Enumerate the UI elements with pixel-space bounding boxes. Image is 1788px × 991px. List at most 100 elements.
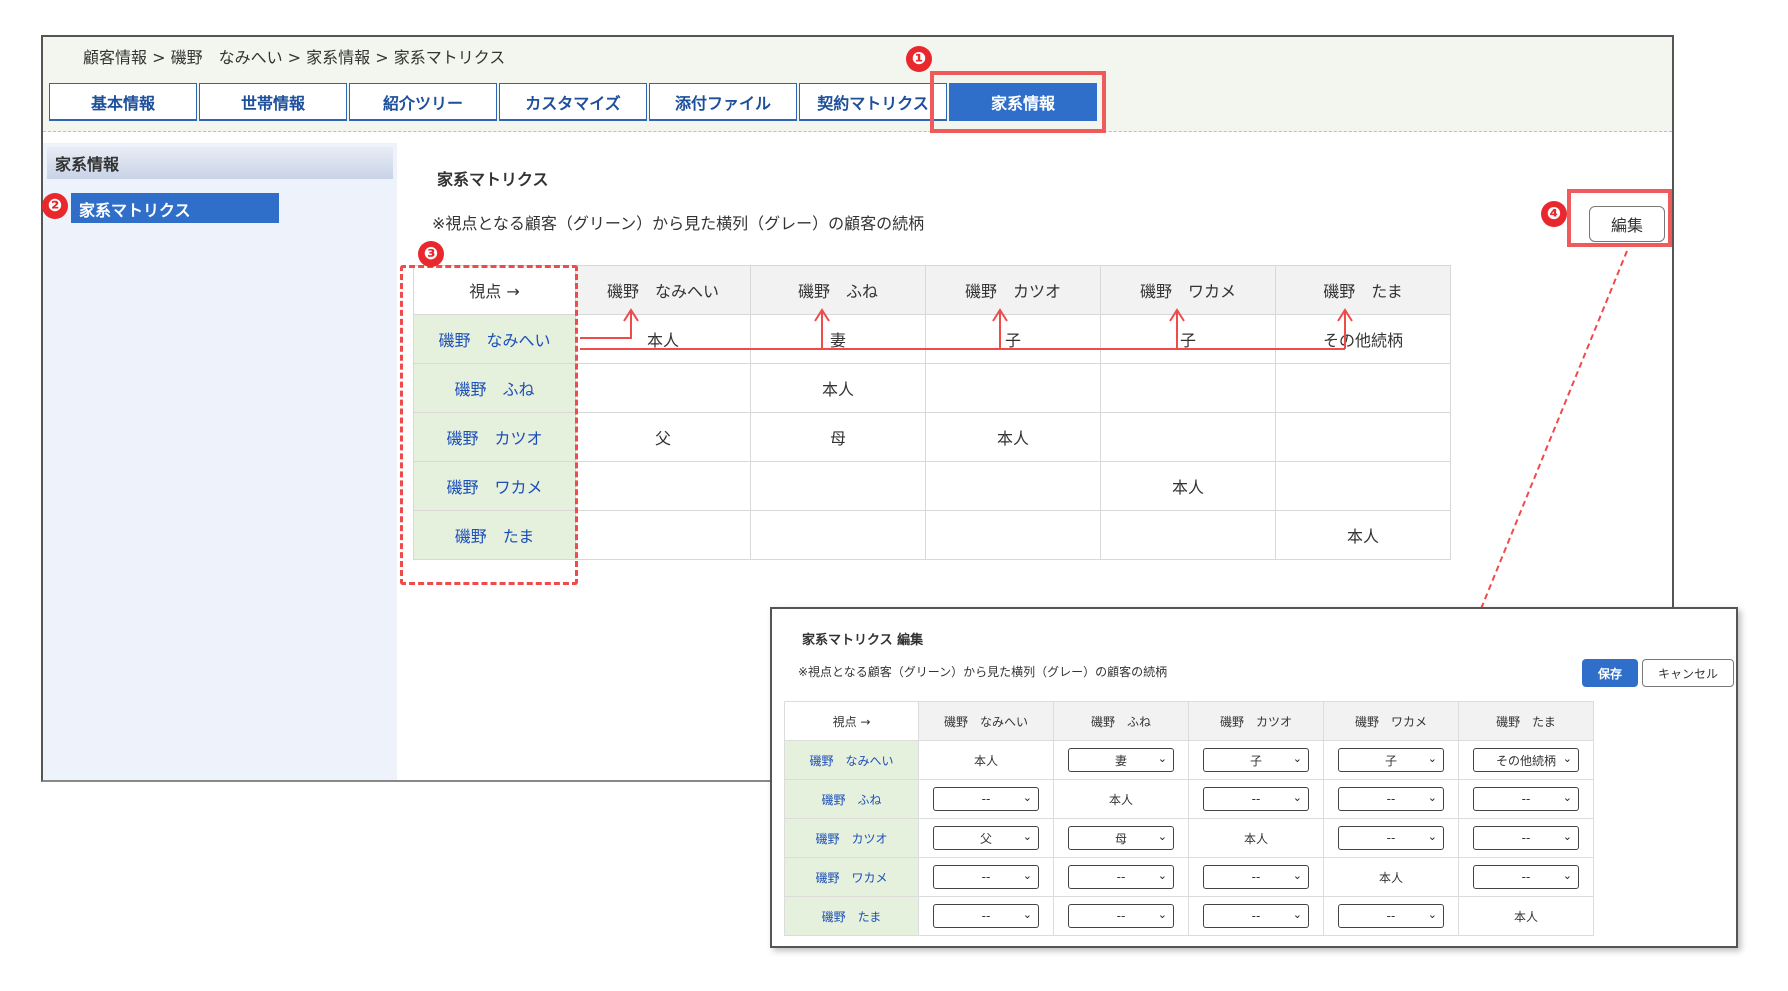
relation-select[interactable]: -- ⌄ bbox=[1338, 826, 1444, 850]
relation-cell: -- ⌄ bbox=[1458, 857, 1594, 897]
relation-select[interactable]: -- ⌄ bbox=[1203, 904, 1309, 928]
relation-value: 本人 bbox=[1243, 831, 1268, 846]
edit-matrix-table: 視点 → 磯野 なみへい 磯野 ふね 磯野 カツオ 磯野 ワカメ 磯野 たま 磯… bbox=[784, 701, 1594, 936]
relation-select[interactable]: -- ⌄ bbox=[1203, 865, 1309, 889]
chevron-down-icon: ⌄ bbox=[1157, 830, 1167, 843]
relation-cell: -- ⌄ bbox=[1458, 779, 1594, 819]
relation-cell: 本人 bbox=[918, 740, 1054, 780]
relation-select-value: 子 bbox=[1249, 753, 1262, 768]
chevron-down-icon: ⌄ bbox=[1292, 752, 1302, 765]
relation-select-value: 妻 bbox=[1114, 753, 1127, 768]
row-header[interactable]: 磯野 カツオ bbox=[784, 818, 919, 858]
relation-select[interactable]: 父 ⌄ bbox=[933, 826, 1039, 850]
row-header[interactable]: 磯野 ふね bbox=[784, 779, 919, 819]
relation-select-value: -- bbox=[981, 870, 991, 884]
relation-cell: 本人 bbox=[1188, 818, 1324, 858]
relation-cell: 本人 bbox=[1053, 779, 1189, 819]
relation-value: 本人 bbox=[1378, 870, 1403, 885]
edit-dialog: 家系マトリクス 編集 ※視点となる顧客（グリーン）から見た横列（グレー）の顧客の… bbox=[770, 607, 1738, 948]
column-header: 磯野 ふね bbox=[1053, 701, 1189, 741]
relation-select-value: -- bbox=[1521, 792, 1531, 806]
relation-select[interactable]: -- ⌄ bbox=[1068, 904, 1174, 928]
relation-select[interactable]: 子 ⌄ bbox=[1338, 748, 1444, 772]
save-button[interactable]: 保存 bbox=[1582, 659, 1638, 687]
table-row: 磯野 カツオ父 ⌄ 母 ⌄ 本人 -- ⌄ -- ⌄ bbox=[784, 818, 1594, 858]
relation-select[interactable]: -- ⌄ bbox=[1473, 865, 1579, 889]
relation-cell: -- ⌄ bbox=[918, 779, 1054, 819]
relation-cell: 本人 bbox=[1458, 896, 1594, 936]
relation-cell: -- ⌄ bbox=[1053, 857, 1189, 897]
chevron-down-icon: ⌄ bbox=[1562, 830, 1572, 843]
column-header: 磯野 たま bbox=[1458, 701, 1594, 741]
relation-cell: -- ⌄ bbox=[1053, 896, 1189, 936]
chevron-down-icon: ⌄ bbox=[1562, 752, 1572, 765]
chevron-down-icon: ⌄ bbox=[1562, 791, 1572, 804]
relation-select-value: -- bbox=[981, 792, 991, 806]
relation-cell: 本人 bbox=[1323, 857, 1459, 897]
relation-select-value: -- bbox=[1521, 831, 1531, 845]
dialog-title: 家系マトリクス 編集 bbox=[802, 633, 924, 648]
chevron-down-icon: ⌄ bbox=[1022, 830, 1032, 843]
relation-cell: -- ⌄ bbox=[1188, 779, 1324, 819]
relation-select[interactable]: -- ⌄ bbox=[933, 865, 1039, 889]
relation-select[interactable]: 母 ⌄ bbox=[1068, 826, 1174, 850]
relation-select-value: 母 bbox=[1114, 831, 1127, 846]
relation-select-value: -- bbox=[1251, 909, 1261, 923]
relation-select-value: -- bbox=[1386, 909, 1396, 923]
relation-value: 本人 bbox=[1108, 792, 1133, 807]
relation-cell: -- ⌄ bbox=[1458, 818, 1594, 858]
chevron-down-icon: ⌄ bbox=[1022, 908, 1032, 921]
relation-cell: -- ⌄ bbox=[1323, 818, 1459, 858]
chevron-down-icon: ⌄ bbox=[1562, 869, 1572, 882]
annotation-number-1: ❶ bbox=[906, 46, 932, 72]
relation-select-value: -- bbox=[1521, 870, 1531, 884]
chevron-down-icon: ⌄ bbox=[1292, 869, 1302, 882]
relation-cell: -- ⌄ bbox=[918, 896, 1054, 936]
row-header[interactable]: 磯野 たま bbox=[784, 896, 919, 936]
chevron-down-icon: ⌄ bbox=[1157, 908, 1167, 921]
relation-select[interactable]: -- ⌄ bbox=[933, 904, 1039, 928]
relation-value: 本人 bbox=[973, 753, 998, 768]
relation-cell: その他続柄 ⌄ bbox=[1458, 740, 1594, 780]
annotation-number-2: ❷ bbox=[42, 193, 68, 219]
row-header[interactable]: 磯野 なみへい bbox=[784, 740, 919, 780]
relation-select[interactable]: 子 ⌄ bbox=[1203, 748, 1309, 772]
relation-select[interactable]: -- ⌄ bbox=[1338, 787, 1444, 811]
relation-select-value: -- bbox=[1116, 870, 1126, 884]
relation-cell: -- ⌄ bbox=[918, 857, 1054, 897]
relation-select-value: -- bbox=[1251, 870, 1261, 884]
column-header: 磯野 なみへい bbox=[918, 701, 1054, 741]
chevron-down-icon: ⌄ bbox=[1427, 908, 1437, 921]
relation-select-value: 父 bbox=[979, 831, 992, 846]
relation-cell: 母 ⌄ bbox=[1053, 818, 1189, 858]
relation-cell: -- ⌄ bbox=[1323, 779, 1459, 819]
chevron-down-icon: ⌄ bbox=[1292, 908, 1302, 921]
relation-select[interactable]: -- ⌄ bbox=[1338, 904, 1444, 928]
table-row: 磯野 ふね -- ⌄ 本人 -- ⌄ -- ⌄ -- ⌄ bbox=[784, 779, 1594, 819]
chevron-down-icon: ⌄ bbox=[1022, 869, 1032, 882]
relation-select[interactable]: その他続柄 ⌄ bbox=[1473, 748, 1579, 772]
chevron-down-icon: ⌄ bbox=[1427, 752, 1437, 765]
chevron-down-icon: ⌄ bbox=[1427, 791, 1437, 804]
relation-select-value: -- bbox=[1386, 831, 1396, 845]
relation-cell: -- ⌄ bbox=[1323, 896, 1459, 936]
relation-cell: 妻 ⌄ bbox=[1053, 740, 1189, 780]
annotation-number-4: ❹ bbox=[1541, 201, 1567, 227]
column-header: 磯野 カツオ bbox=[1188, 701, 1324, 741]
relation-select-value: 子 bbox=[1384, 753, 1397, 768]
relation-select[interactable]: -- ⌄ bbox=[1473, 787, 1579, 811]
cancel-button[interactable]: キャンセル bbox=[1642, 659, 1734, 687]
column-header: 磯野 ワカメ bbox=[1323, 701, 1459, 741]
viewpoint-corner: 視点 → bbox=[784, 701, 919, 741]
relation-select[interactable]: -- ⌄ bbox=[933, 787, 1039, 811]
relation-select-value: その他続柄 bbox=[1495, 753, 1556, 768]
relation-cell: 父 ⌄ bbox=[918, 818, 1054, 858]
relation-select[interactable]: -- ⌄ bbox=[1068, 865, 1174, 889]
relation-select[interactable]: -- ⌄ bbox=[1203, 787, 1309, 811]
row-header[interactable]: 磯野 ワカメ bbox=[784, 857, 919, 897]
relation-select[interactable]: -- ⌄ bbox=[1473, 826, 1579, 850]
relation-select[interactable]: 妻 ⌄ bbox=[1068, 748, 1174, 772]
relation-select-value: -- bbox=[981, 909, 991, 923]
annotation-number-3: ❸ bbox=[418, 241, 444, 267]
chevron-down-icon: ⌄ bbox=[1427, 830, 1437, 843]
